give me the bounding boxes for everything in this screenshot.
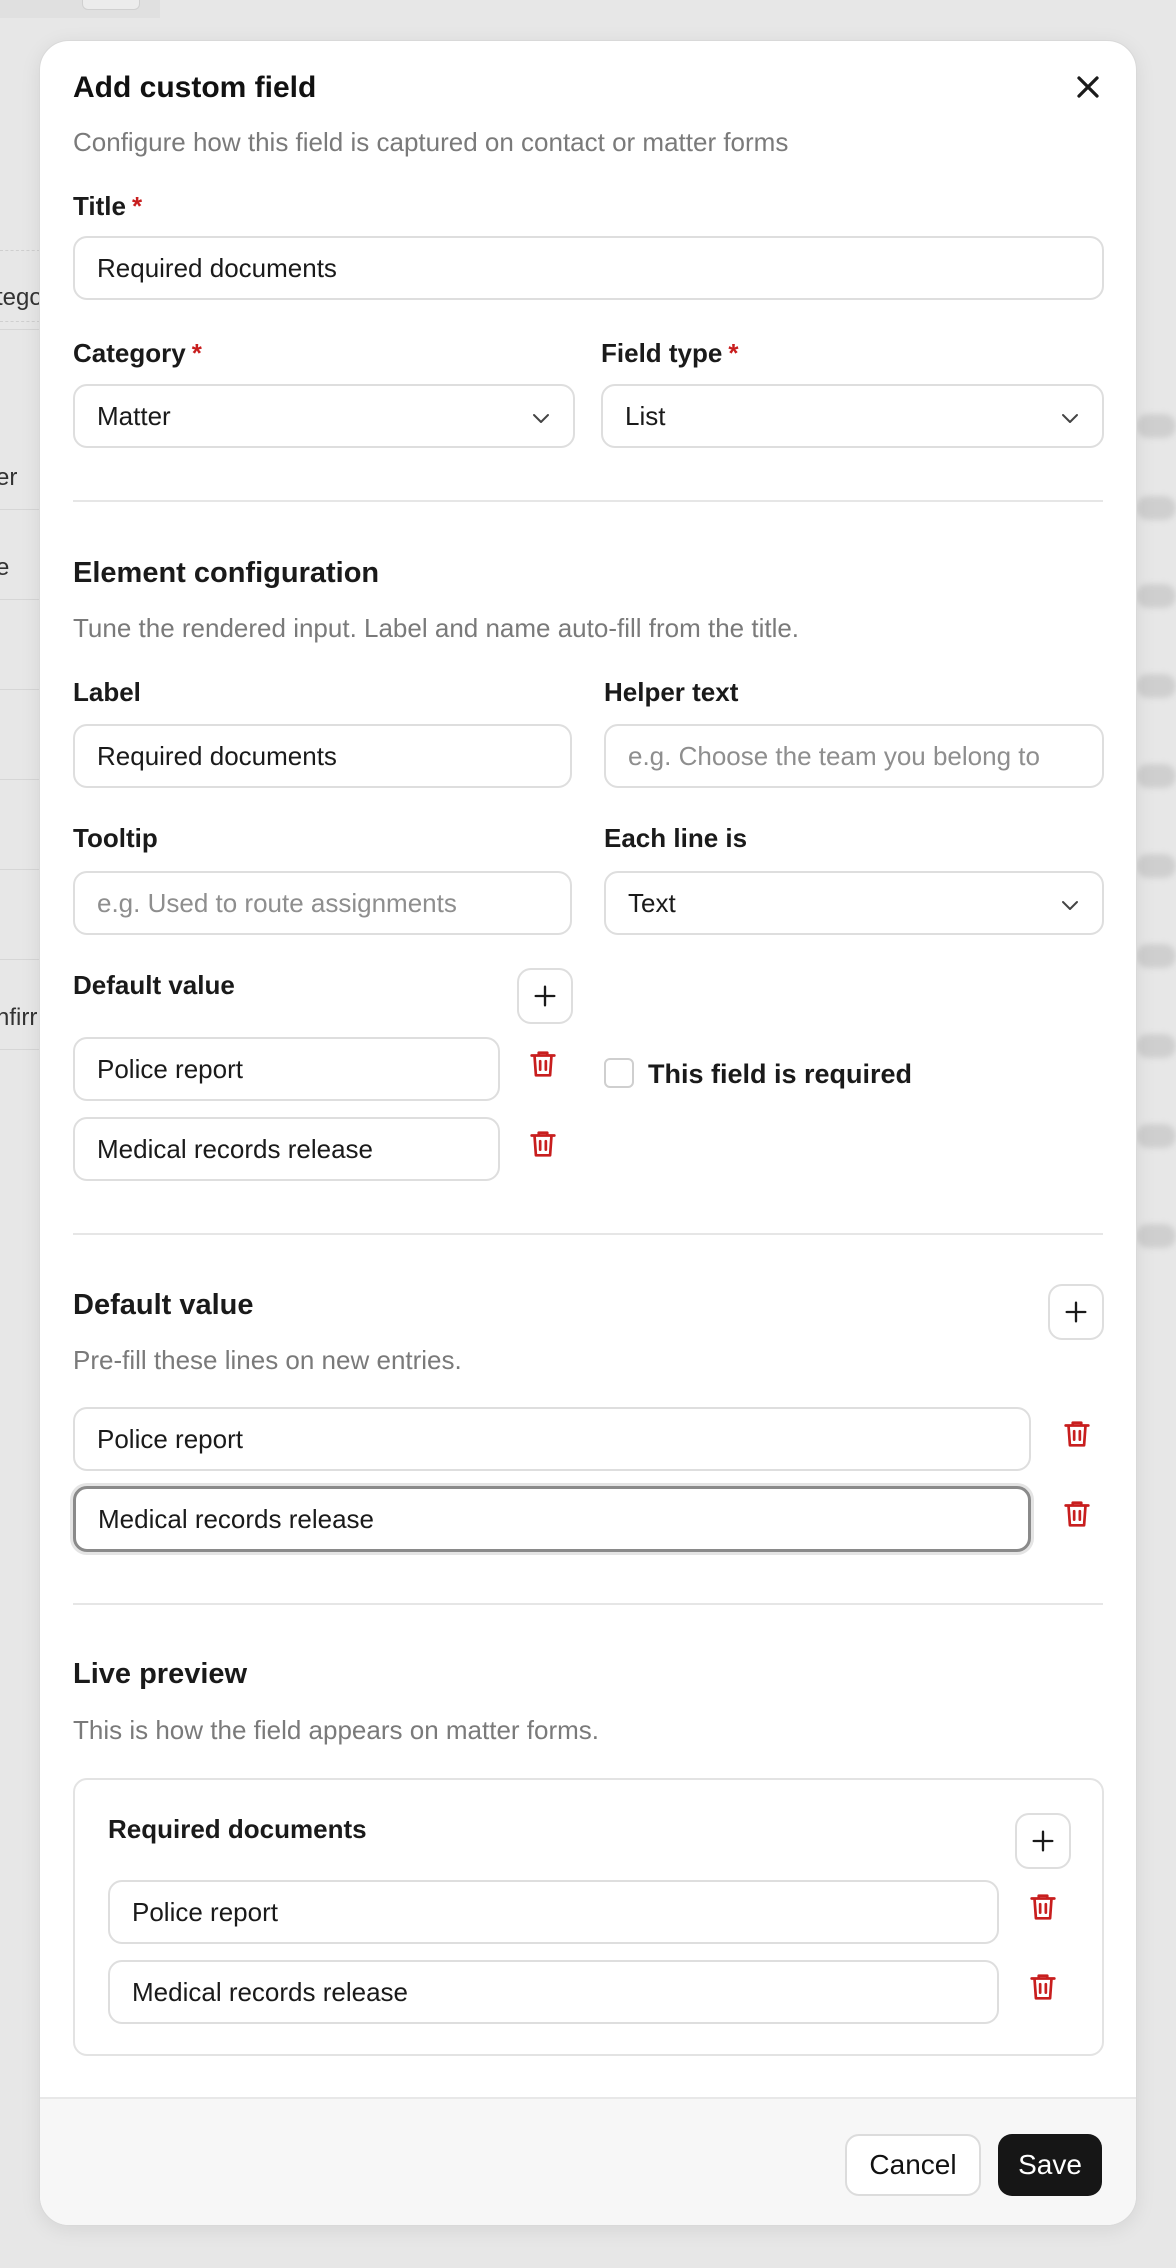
- background-blur: [1136, 1034, 1176, 1058]
- trash-icon: [1064, 1421, 1090, 1447]
- plus-icon: [1065, 1301, 1087, 1323]
- live-preview-description: This is how the field appears on matter …: [73, 1715, 600, 1745]
- helper-text-label: Helper text: [604, 677, 739, 707]
- tooltip-input[interactable]: e.g. Used to route assignments: [73, 871, 572, 935]
- default-line-input[interactable]: Police report: [73, 1407, 1031, 1471]
- label-input[interactable]: Required documents: [73, 724, 572, 788]
- background-row: tego: [0, 240, 43, 330]
- background-fragment: er: [0, 464, 18, 491]
- title-label: Title *: [73, 191, 142, 222]
- background-row: er: [0, 420, 40, 510]
- chevron-down-icon: [1062, 414, 1078, 423]
- field-type-select[interactable]: List: [601, 384, 1104, 448]
- cancel-button[interactable]: Cancel: [845, 2134, 981, 2196]
- required-checkbox-label[interactable]: This field is required: [648, 1059, 912, 1090]
- title-input[interactable]: Required documents: [73, 236, 1104, 300]
- add-default-line-button[interactable]: [1048, 1284, 1104, 1340]
- background-row: [0, 690, 40, 780]
- default-line-input[interactable]: Police report: [73, 1037, 500, 1101]
- title-label-text: Title: [73, 191, 126, 221]
- delete-line-button[interactable]: [1060, 1417, 1094, 1451]
- background-blur: [1136, 1224, 1176, 1248]
- background-fragment: e: [0, 554, 10, 581]
- close-button[interactable]: [1070, 69, 1106, 105]
- category-label-text: Category: [73, 338, 186, 368]
- default-line-input[interactable]: Medical records release: [73, 1117, 500, 1181]
- helper-text-input[interactable]: e.g. Choose the team you belong to: [604, 724, 1104, 788]
- background-blur: [1136, 414, 1176, 438]
- trash-icon: [1030, 1974, 1056, 2000]
- add-default-line-button[interactable]: [517, 968, 573, 1024]
- background-list: tego er e nfirr: [0, 240, 43, 1190]
- preview-field-title: Required documents: [108, 1814, 367, 1844]
- required-marker: *: [728, 338, 739, 368]
- divider: [73, 500, 1103, 502]
- delete-line-button[interactable]: [526, 1047, 560, 1081]
- category-label: Category *: [73, 338, 202, 369]
- background-toolbar: [0, 0, 160, 18]
- default-value-heading: Default value: [73, 1289, 254, 1321]
- custom-field-modal: Add custom field Configure how this fiel…: [39, 40, 1137, 2226]
- background-fragment: nfirr: [0, 1004, 38, 1031]
- delete-line-button[interactable]: [1060, 1497, 1094, 1531]
- chevron-down-icon: [1062, 901, 1078, 910]
- tooltip-label: Tooltip: [73, 823, 158, 853]
- modal-title: Add custom field: [73, 71, 317, 104]
- background-row: e: [0, 510, 40, 600]
- preview-line-input[interactable]: Police report: [108, 1880, 999, 1944]
- category-select[interactable]: Matter: [73, 384, 575, 448]
- background-blur: [1136, 854, 1176, 878]
- background-blur: [1136, 944, 1176, 968]
- divider: [73, 1603, 1103, 1605]
- default-value-description: Pre-fill these lines on new entries.: [73, 1345, 462, 1375]
- trash-icon: [530, 1051, 556, 1077]
- modal-subtitle: Configure how this field is captured on …: [73, 127, 789, 157]
- background-row: nfirr: [0, 960, 40, 1050]
- background-blur: [1136, 674, 1176, 698]
- background-blur: [1136, 764, 1176, 788]
- trash-icon: [1030, 1894, 1056, 1920]
- plus-icon: [534, 985, 556, 1007]
- field-type-label-text: Field type: [601, 338, 723, 368]
- preview-delete-line-button[interactable]: [1026, 1970, 1060, 2004]
- background-blur: [1136, 584, 1176, 608]
- required-checkbox[interactable]: [604, 1058, 634, 1088]
- trash-icon: [1064, 1501, 1090, 1527]
- background-tab: [82, 0, 140, 10]
- each-line-value: Text: [628, 887, 676, 918]
- preview-line-input[interactable]: Medical records release: [108, 1960, 999, 2024]
- required-marker: *: [191, 338, 202, 368]
- field-type-label: Field type *: [601, 338, 738, 369]
- divider: [73, 1233, 1103, 1235]
- each-line-select[interactable]: Text: [604, 871, 1104, 935]
- close-icon: [1077, 76, 1099, 98]
- required-marker: *: [131, 191, 143, 221]
- chevron-down-icon: [533, 414, 549, 423]
- field-type-value: List: [625, 400, 666, 431]
- preview-add-line-button[interactable]: [1015, 1813, 1071, 1869]
- category-value: Matter: [97, 400, 171, 431]
- default-value-label: Default value: [73, 970, 235, 1000]
- delete-line-button[interactable]: [526, 1127, 560, 1161]
- background-blur: [1136, 1124, 1176, 1148]
- preview-card: Required documents Police report Medical…: [73, 1778, 1104, 2056]
- background-row: [0, 780, 40, 870]
- save-button[interactable]: Save: [998, 2134, 1102, 2196]
- modal-footer: Cancel Save: [40, 2097, 1136, 2225]
- trash-icon: [530, 1131, 556, 1157]
- background-row: [0, 870, 40, 960]
- element-config-description: Tune the rendered input. Label and name …: [73, 613, 800, 643]
- each-line-label: Each line is: [604, 823, 748, 853]
- background-blur: [1136, 496, 1176, 520]
- background-right-column: [1136, 380, 1176, 1280]
- live-preview-heading: Live preview: [73, 1658, 248, 1690]
- plus-icon: [1032, 1830, 1054, 1852]
- label-field-label: Label: [73, 677, 141, 707]
- background-row: [0, 600, 40, 690]
- background-fragment: tego: [0, 284, 43, 311]
- preview-delete-line-button[interactable]: [1026, 1890, 1060, 1924]
- default-line-input[interactable]: Medical records release: [73, 1486, 1031, 1552]
- element-config-heading: Element configuration: [73, 557, 380, 589]
